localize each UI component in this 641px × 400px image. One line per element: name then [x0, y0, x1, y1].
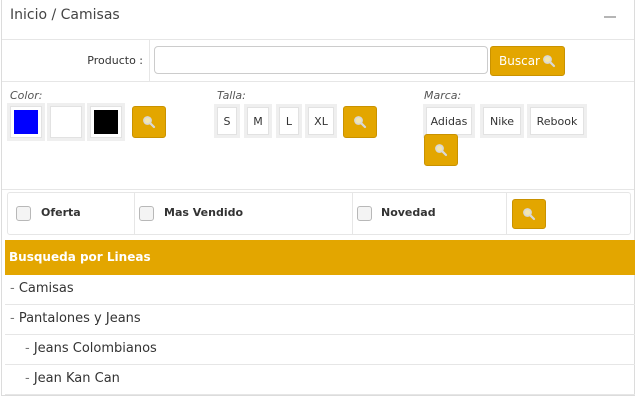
- talla-search-button[interactable]: [343, 106, 377, 138]
- breadcrumb: Inicio / Camisas: [10, 7, 120, 23]
- oferta-label: Oferta: [41, 206, 81, 219]
- buscar-label: Buscar: [499, 54, 540, 68]
- blue-swatch: [14, 110, 38, 134]
- checkbox-filters: Oferta Mas Vendido Novedad: [7, 192, 631, 235]
- product-search-row: Producto : Buscar: [2, 40, 634, 82]
- mas-vendido-cell: Mas Vendido: [135, 193, 353, 234]
- line-item-jeans-colombianos[interactable]: - Jeans Colombianos: [5, 335, 635, 365]
- marca-search-button[interactable]: [424, 134, 458, 166]
- white-swatch: [54, 110, 78, 134]
- line-item-camisas[interactable]: - Camisas: [5, 275, 635, 305]
- buscar-button[interactable]: Buscar: [490, 46, 565, 76]
- line-item-jean-kan-can[interactable]: - Jean Kan Can: [5, 365, 635, 395]
- product-label: Producto :: [87, 54, 143, 67]
- line-dash: -: [10, 311, 19, 326]
- brand-adidas-button[interactable]: Adidas: [426, 107, 472, 135]
- search-icon: [523, 208, 536, 221]
- line-dash: -: [10, 281, 19, 296]
- color-label: Color:: [10, 89, 43, 102]
- brand-rebook-button[interactable]: Rebook: [530, 107, 584, 135]
- brand-nike-button[interactable]: Nike: [483, 107, 521, 135]
- size-l-button[interactable]: L: [279, 107, 299, 135]
- talla-label: Talla:: [217, 89, 246, 102]
- line-label: Jean Kan Can: [33, 371, 120, 386]
- color-swatch-white[interactable]: [50, 106, 82, 138]
- product-label-cell: Producto :: [2, 40, 150, 82]
- black-swatch: [94, 110, 118, 134]
- line-item-pantalones[interactable]: - Pantalones y Jeans: [5, 305, 635, 335]
- product-search-input[interactable]: [154, 46, 488, 74]
- novedad-checkbox[interactable]: [357, 206, 372, 221]
- line-label: Pantalones y Jeans: [18, 311, 141, 326]
- search-icon: [435, 144, 448, 157]
- color-swatch-black[interactable]: [90, 106, 122, 138]
- search-icon: [143, 116, 156, 129]
- size-m-button[interactable]: M: [247, 107, 269, 135]
- mas-vendido-label: Mas Vendido: [164, 206, 244, 219]
- size-s-button[interactable]: S: [217, 107, 237, 135]
- search-icon: [543, 55, 556, 68]
- marca-label: Marca:: [424, 89, 462, 102]
- novedad-cell: Novedad: [353, 193, 507, 234]
- oferta-cell: Oferta: [8, 193, 135, 234]
- filters-area: Color: Talla: S M L XL Marca: Adidas Nik…: [2, 82, 634, 190]
- collapse-icon[interactable]: [604, 16, 616, 18]
- line-label: Camisas: [18, 281, 74, 296]
- checks-search-button[interactable]: [512, 199, 546, 229]
- line-dash: -: [25, 371, 34, 386]
- line-label: Jeans Colombianos: [33, 341, 157, 356]
- oferta-checkbox[interactable]: [16, 206, 31, 221]
- search-icon: [354, 116, 367, 129]
- color-swatch-blue[interactable]: [10, 106, 42, 138]
- color-search-button[interactable]: [132, 106, 166, 138]
- catalog-panel: Inicio / Camisas Producto : Buscar Color…: [1, 0, 635, 396]
- novedad-label: Novedad: [381, 206, 436, 219]
- line-dash: -: [25, 341, 34, 356]
- mas-vendido-checkbox[interactable]: [139, 206, 154, 221]
- lines-header: Busqueda por Lineas: [5, 240, 635, 275]
- breadcrumb-bar: Inicio / Camisas: [2, 0, 634, 40]
- size-xl-button[interactable]: XL: [308, 107, 334, 135]
